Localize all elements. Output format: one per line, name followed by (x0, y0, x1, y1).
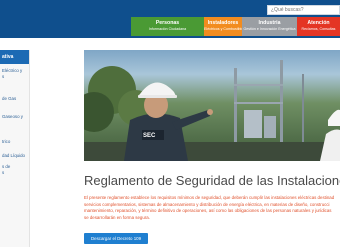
sidebar-item[interactable]: de Gas (0, 96, 29, 102)
sidebar-item[interactable]: trico (0, 139, 29, 145)
nav-industria[interactable]: Industria Gestión e Innovación Energétic… (242, 17, 297, 36)
nav-subtitle: Información Ciudadana (148, 27, 187, 31)
hero-illustration: SEC (84, 60, 340, 161)
nav-title: Atención (307, 20, 330, 26)
nav-title: Instaladores (207, 20, 239, 26)
download-decree-button[interactable]: Descargar el Decreto 109 (84, 233, 148, 244)
nav-atencion[interactable]: Atención Reclamos, Consultas (297, 17, 340, 36)
sidebar-title: ativa (0, 50, 29, 64)
nav-subtitle: Eléctricos y Combustibles (204, 27, 242, 31)
nav-subtitle: Reclamos, Consultas (301, 27, 336, 31)
description-paragraph: El presente reglamento establece los req… (84, 195, 340, 221)
sidebar-item[interactable]: s (0, 170, 29, 176)
nav-title: Industria (258, 20, 281, 26)
description-line: El presente reglamento establece los req… (84, 195, 335, 200)
description-line: mantenimiento, reparación, y término def… (84, 208, 332, 213)
sec-vest-logo: SEC (143, 133, 156, 139)
sidebar-item[interactable]: Gaseoso y (0, 114, 29, 120)
description-line: se desarrollarán en forma segura. (84, 214, 150, 220)
sidebar-item[interactable]: dad Líquido (0, 153, 29, 159)
hero-image: SEC (84, 50, 340, 161)
page-title: Reglamento de Seguridad de las Instalaci… (84, 173, 340, 188)
nav-subtitle: Gestión e Innovación Energética (243, 27, 296, 31)
nav-instaladores[interactable]: Instaladores Eléctricos y Combustibles (204, 17, 242, 36)
sidebar: ativa Eléctrico y s de Gas Gaseoso y tri… (0, 50, 30, 247)
sidebar-item[interactable]: s (0, 74, 29, 80)
nav-personas[interactable]: Personas Información Ciudadana (131, 17, 204, 36)
nav-title: Personas (155, 20, 180, 26)
search-input[interactable] (267, 5, 340, 15)
